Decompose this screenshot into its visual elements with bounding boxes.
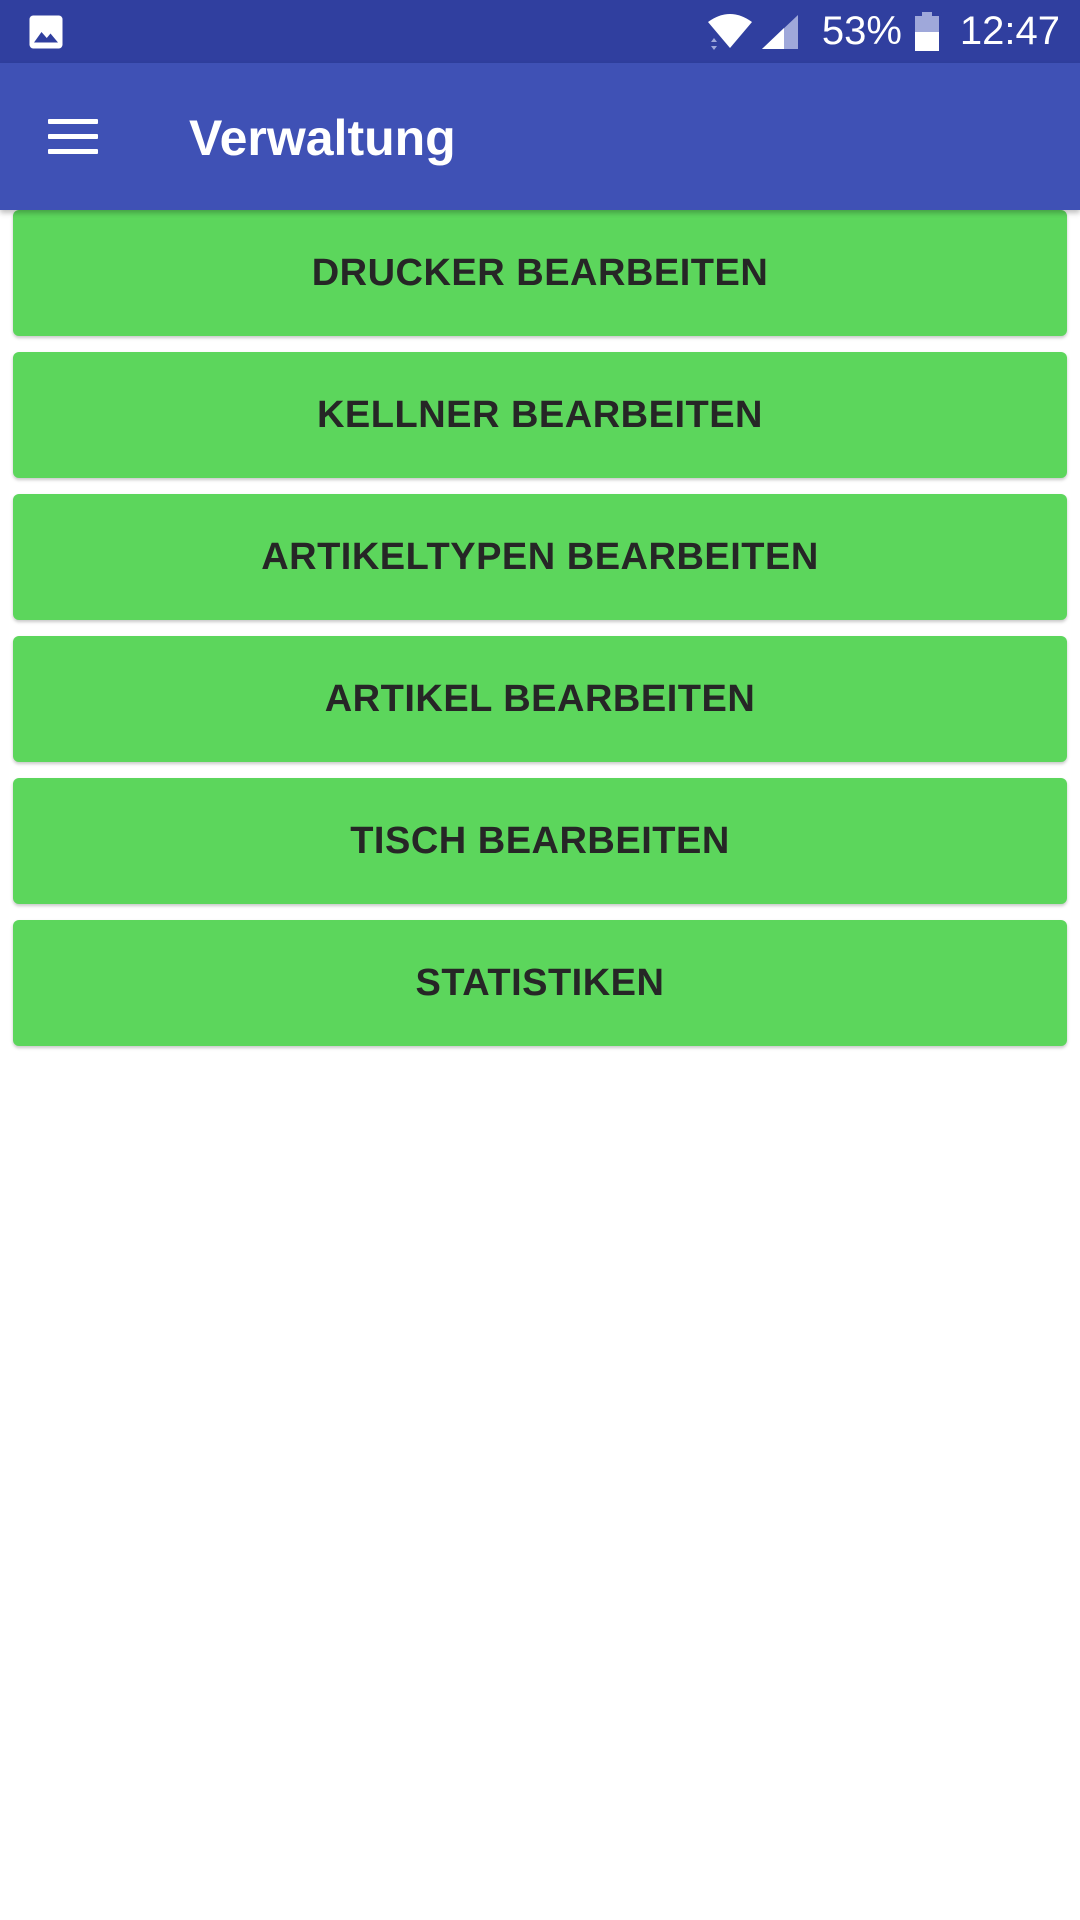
signal-icon bbox=[761, 14, 798, 49]
clock-time: 12:47 bbox=[959, 9, 1060, 53]
admin-button-list: DRUCKER BEARBEITEN KELLNER BEARBEITEN AR… bbox=[13, 210, 1067, 1062]
edit-tables-button[interactable]: TISCH BEARBEITEN bbox=[13, 778, 1067, 904]
image-icon bbox=[29, 15, 63, 49]
edit-printers-button[interactable]: DRUCKER BEARBEITEN bbox=[13, 210, 1067, 336]
edit-article-types-button[interactable]: ARTIKELTYPEN BEARBEITEN bbox=[13, 494, 1067, 620]
navigation-menu-button[interactable] bbox=[30, 99, 116, 175]
status-bar: 53% 12:47 bbox=[0, 0, 1080, 63]
hamburger-menu-icon bbox=[48, 119, 98, 155]
edit-waiters-button[interactable]: KELLNER BEARBEITEN bbox=[13, 352, 1067, 478]
battery-percent: 53% bbox=[821, 9, 902, 53]
status-indicators: 53% 12:47 bbox=[706, 0, 1060, 63]
statistics-button[interactable]: STATISTIKEN bbox=[13, 920, 1067, 1046]
page-title: Verwaltung bbox=[189, 110, 456, 166]
app-bar: Verwaltung bbox=[0, 63, 1080, 210]
edit-articles-button[interactable]: ARTIKEL BEARBEITEN bbox=[13, 636, 1067, 762]
battery-icon bbox=[914, 11, 939, 51]
wifi-icon bbox=[707, 13, 752, 50]
